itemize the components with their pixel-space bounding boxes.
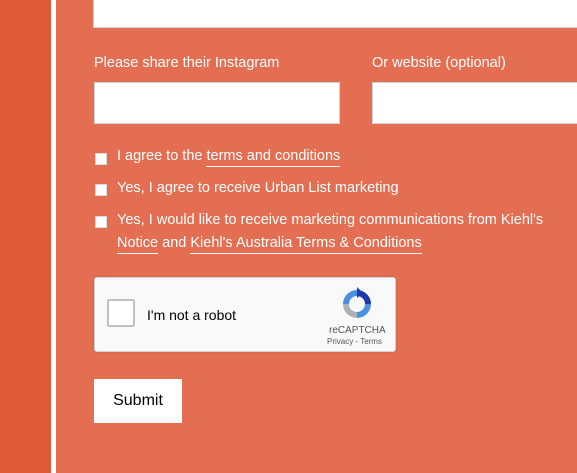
notice-link[interactable]: Notice (117, 235, 159, 254)
recaptcha-brand: reCAPTCHA (329, 325, 386, 336)
terms-link[interactable]: terms and conditions (206, 148, 341, 167)
and-text: and (158, 235, 191, 251)
terms-consent-text: I agree to the terms and conditions (117, 148, 341, 167)
terms-checkbox[interactable] (95, 153, 107, 165)
recaptcha-widget: I'm not a robot reCAPTCHA Privacy - Term… (94, 277, 396, 352)
recaptcha-logo-icon (343, 287, 371, 318)
instagram-label: Please share their Instagram (94, 55, 280, 71)
kiehls-consent-links: Notice and Kiehl's Australia Terms & Con… (117, 235, 422, 254)
left-background-panel (0, 0, 51, 473)
recaptcha-checkbox[interactable] (107, 299, 135, 327)
submit-button[interactable]: Submit (94, 379, 182, 423)
kiehls-terms-link[interactable]: Kiehl's Australia Terms & Conditions (190, 235, 422, 254)
urban-list-marketing-label: Yes, I agree to receive Urban List marke… (117, 180, 399, 196)
kiehls-marketing-label: Yes, I would like to receive marketing c… (117, 212, 544, 228)
website-input[interactable] (372, 82, 577, 124)
previous-input-field[interactable] (93, 0, 577, 28)
terms-prefix: I agree to the (117, 148, 207, 164)
recaptcha-label: I'm not a robot (147, 307, 237, 323)
urban-list-marketing-checkbox[interactable] (95, 184, 107, 196)
kiehls-marketing-checkbox[interactable] (95, 216, 107, 228)
instagram-input[interactable] (94, 82, 340, 124)
recaptcha-privacy-terms[interactable]: Privacy - Terms (327, 337, 382, 346)
website-label: Or website (optional) (372, 55, 506, 71)
